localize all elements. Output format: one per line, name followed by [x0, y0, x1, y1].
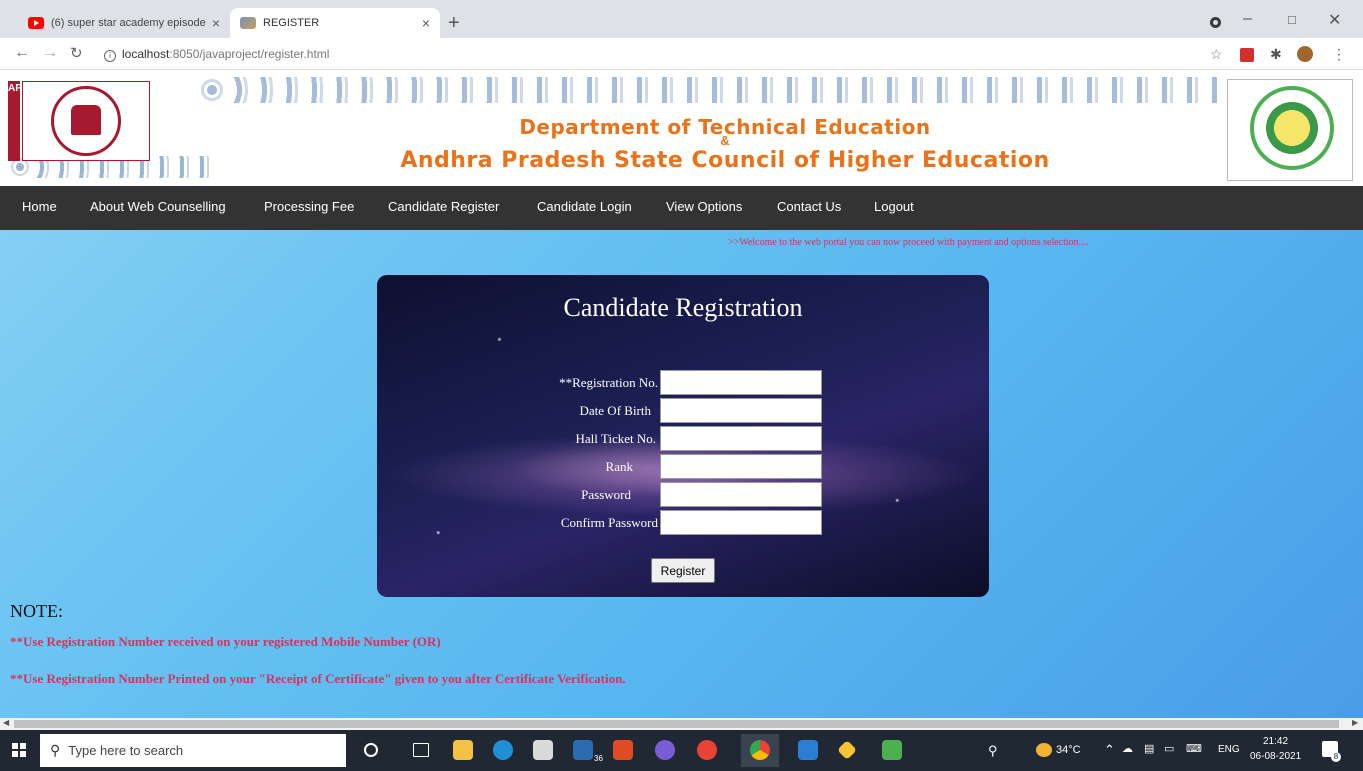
- tab-close-icon[interactable]: ×: [212, 15, 220, 31]
- apsche-logo-strip: APSCHE: [8, 81, 50, 161]
- clock-date[interactable]: 06-08-2021: [1250, 751, 1301, 762]
- tab-close-icon[interactable]: ×: [422, 15, 430, 31]
- people-icon[interactable]: ⚲: [988, 743, 998, 759]
- notification-badge: 8: [1331, 752, 1341, 762]
- youtube-icon: [28, 17, 44, 29]
- app-icon[interactable]: [655, 740, 675, 760]
- rank-input[interactable]: [660, 454, 822, 479]
- apsche-logo: [22, 81, 150, 161]
- confirm-password-label: Confirm Password: [560, 515, 658, 530]
- nav-view-options[interactable]: View Options: [666, 199, 742, 214]
- clock-time[interactable]: 21:42: [1263, 736, 1288, 747]
- url-path: :8050/javaproject/register.html: [169, 47, 330, 61]
- header-banner: APSCHE Department of Technical Education…: [0, 71, 1363, 186]
- battery-icon[interactable]: ▭: [1164, 742, 1174, 755]
- forward-icon[interactable]: →: [42, 44, 58, 62]
- site-info-icon[interactable]: i: [104, 50, 116, 62]
- date-of-birth-input[interactable]: [660, 398, 822, 423]
- tab-title: REGISTER: [263, 17, 320, 29]
- nav-candidate-login[interactable]: Candidate Login: [537, 199, 632, 214]
- office-icon[interactable]: [613, 740, 633, 760]
- task-view-icon[interactable]: [413, 743, 429, 757]
- date-of-birth-label: Date Of Birth: [579, 403, 651, 418]
- bookmark-star-icon[interactable]: ☆: [1210, 46, 1223, 63]
- main-nav: Home About Web Counselling Processing Fe…: [0, 186, 1363, 230]
- edge-icon[interactable]: [493, 740, 513, 760]
- reload-icon[interactable]: ↻: [70, 44, 83, 62]
- hall-ticket-no-label: Hall Ticket No.: [575, 431, 656, 446]
- title-ampersand: &: [720, 133, 730, 148]
- page-favicon-icon: [240, 17, 256, 29]
- weather-icon[interactable]: [1036, 743, 1052, 757]
- scroll-right-icon[interactable]: ▶: [1352, 718, 1358, 727]
- note-line-1: **Use Registration Number received on yo…: [10, 634, 441, 649]
- maximize-icon[interactable]: □: [1288, 12, 1296, 27]
- network-icon[interactable]: ▤: [1144, 742, 1154, 755]
- form-title: Candidate Registration: [563, 293, 803, 322]
- tab-register[interactable]: REGISTER ×: [230, 8, 440, 38]
- tab-title: (6) super star academy episode 2: [51, 17, 206, 29]
- rank-label: Rank: [605, 459, 633, 474]
- language-indicator[interactable]: ENG: [1218, 744, 1240, 755]
- avatar[interactable]: [1297, 46, 1313, 62]
- url-field[interactable]: i localhost:8050/javaproject/register.htm…: [104, 47, 329, 62]
- scroll-left-icon[interactable]: ◀: [3, 718, 9, 727]
- store-icon[interactable]: [533, 740, 553, 760]
- welcome-marquee: >>Welcome to the web portal you can now …: [728, 237, 1089, 248]
- registration-form: Candidate Registration **Registration No…: [377, 275, 989, 597]
- page-content: APSCHE Department of Technical Education…: [0, 71, 1363, 718]
- mail-icon[interactable]: [573, 740, 593, 760]
- file-explorer-icon[interactable]: [453, 740, 473, 760]
- show-hidden-icons[interactable]: ⌃: [1104, 742, 1115, 758]
- note-heading: NOTE:: [10, 601, 63, 621]
- registration-no-label: **Registration No.: [559, 375, 658, 390]
- notepad-icon[interactable]: [882, 740, 902, 760]
- chrome-icon[interactable]: [750, 740, 770, 760]
- address-bar: ← → ↻ i localhost:8050/javaproject/regist…: [0, 38, 1363, 70]
- nav-home[interactable]: Home: [22, 199, 57, 214]
- ap-government-seal: [1227, 79, 1353, 181]
- hall-ticket-no-input[interactable]: [660, 426, 822, 451]
- horizontal-scrollbar[interactable]: ◀ ▶: [0, 718, 1363, 730]
- keyboard-icon[interactable]: ⌨: [1186, 742, 1202, 755]
- minimize-icon[interactable]: –: [1243, 10, 1252, 28]
- note-line-2: **Use Registration Number Printed on you…: [10, 671, 626, 686]
- mail-badge: 36: [594, 754, 603, 763]
- confirm-password-input[interactable]: [660, 510, 822, 535]
- register-button[interactable]: Register: [651, 558, 715, 583]
- scrollbar-thumb[interactable]: [14, 720, 1339, 728]
- tab-youtube[interactable]: (6) super star academy episode 2 ×: [18, 8, 230, 38]
- back-icon[interactable]: ←: [14, 44, 30, 62]
- windows-taskbar: ⚲ Type here to search 36 ⚲ 34°C ⌃ ☁ ▤ ▭ …: [0, 730, 1363, 771]
- menu-dots-icon[interactable]: ⋮: [1332, 46, 1346, 63]
- cortana-icon[interactable]: [364, 743, 378, 757]
- url-host: localhost: [122, 47, 170, 61]
- extensions-icon[interactable]: ✱: [1270, 46, 1282, 63]
- close-window-icon[interactable]: ✕: [1328, 10, 1341, 30]
- pdf-extension-icon[interactable]: [1240, 48, 1254, 62]
- nav-about-web-counselling[interactable]: About Web Counselling: [90, 199, 226, 214]
- browser-tab-bar: (6) super star academy episode 2 × REGIS…: [0, 0, 1363, 38]
- onedrive-icon[interactable]: ☁: [1122, 742, 1133, 755]
- password-input[interactable]: [660, 482, 822, 507]
- search-placeholder: Type here to search: [68, 743, 184, 758]
- nav-candidate-register[interactable]: Candidate Register: [388, 199, 499, 214]
- taskbar-search[interactable]: ⚲ Type here to search: [40, 734, 346, 767]
- search-icon: ⚲: [50, 742, 61, 758]
- record-icon[interactable]: [1210, 17, 1221, 28]
- weather-temp[interactable]: 34°C: [1056, 744, 1081, 756]
- decorative-border: [200, 77, 1220, 103]
- paint-icon[interactable]: [837, 740, 857, 760]
- chrome-profile-icon[interactable]: [697, 740, 717, 760]
- vscode-icon[interactable]: [798, 740, 818, 760]
- password-label: Password: [581, 487, 631, 502]
- windows-start-icon[interactable]: [12, 743, 26, 757]
- nav-logout[interactable]: Logout: [874, 199, 914, 214]
- council-title: Andhra Pradesh State Council of Higher E…: [400, 148, 1050, 173]
- nav-contact-us[interactable]: Contact Us: [777, 199, 841, 214]
- new-tab-button[interactable]: +: [448, 12, 460, 35]
- registration-no-input[interactable]: [660, 370, 822, 395]
- nav-processing-fee[interactable]: Processing Fee: [264, 199, 354, 214]
